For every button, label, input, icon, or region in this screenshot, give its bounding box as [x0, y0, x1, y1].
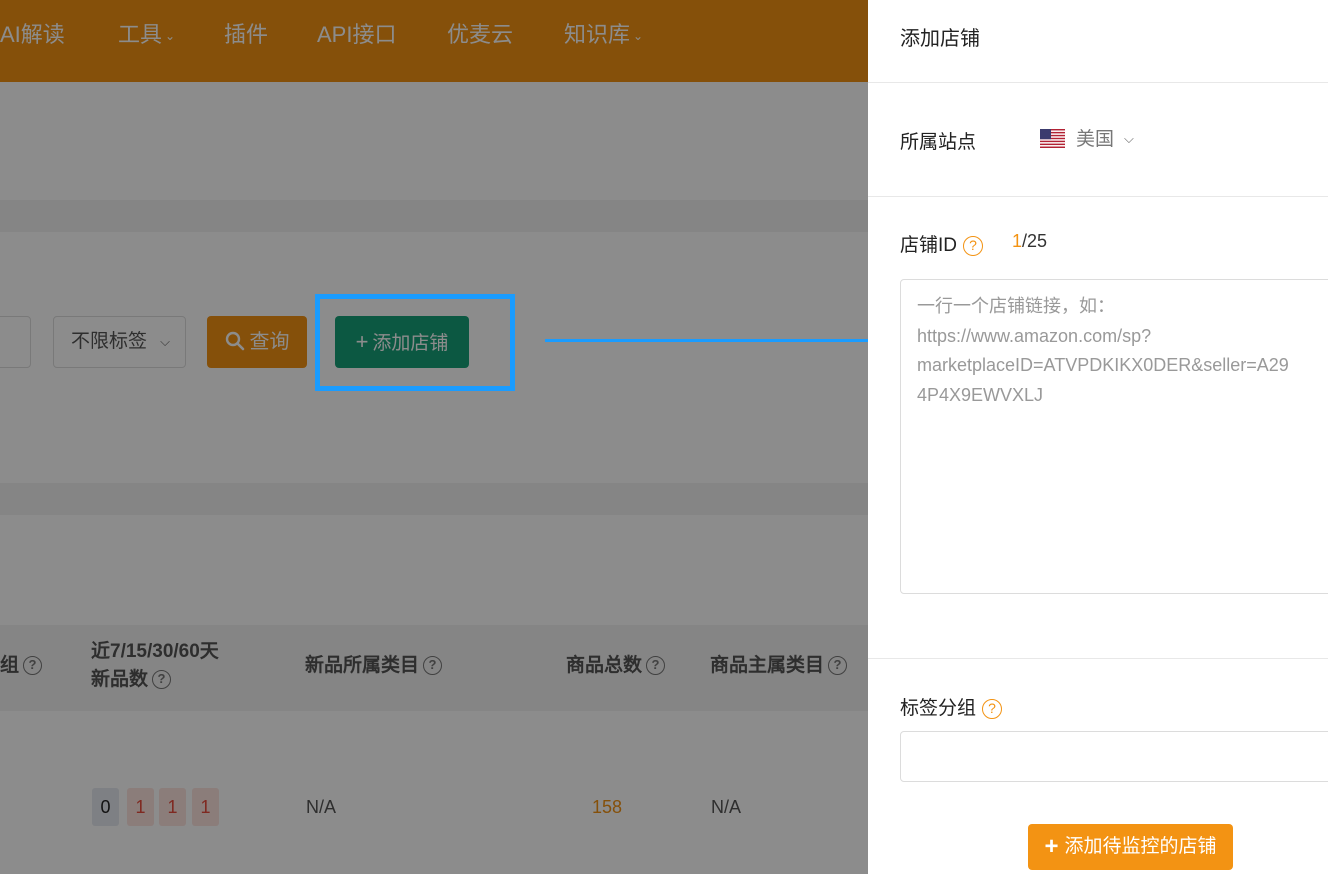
tag-group-label: 标签分组?	[900, 693, 1003, 720]
help-icon[interactable]: ?	[982, 699, 1003, 719]
counter-total: /25	[1022, 231, 1048, 251]
site-value: 美国	[1076, 129, 1115, 150]
store-id-label-text: 店铺ID	[900, 235, 958, 256]
tag-group-label-text: 标签分组	[900, 698, 977, 719]
add-store-drawer: 添加店铺 所属站点 美国 ⌵ 店铺ID? 1/25 一行一个店铺链接，如： htt…	[868, 0, 1328, 874]
store-id-counter: 1/25	[1012, 231, 1047, 252]
divider	[868, 82, 1328, 83]
drawer-title: 添加店铺	[900, 28, 980, 50]
help-icon[interactable]: ?	[963, 236, 984, 256]
site-select[interactable]: 美国 ⌵	[1040, 126, 1134, 153]
us-flag-icon	[1040, 129, 1065, 148]
modal-overlay[interactable]	[0, 0, 868, 874]
chevron-down-icon: ⌵	[1124, 131, 1134, 146]
plus-icon: +	[1044, 833, 1059, 860]
submit-button-label: 添加待监控的店铺	[1064, 836, 1217, 857]
store-links-textarea[interactable]: 一行一个店铺链接，如： https://www.amazon.com/sp? m…	[900, 279, 1328, 594]
annotation-arrow	[545, 339, 871, 342]
add-monitored-store-button[interactable]: + 添加待监控的店铺	[1028, 824, 1233, 870]
annotation-highlight-box	[315, 294, 515, 391]
site-label: 所属站点	[900, 132, 977, 153]
divider	[868, 658, 1328, 659]
store-id-label: 店铺ID?	[900, 230, 984, 257]
divider	[868, 196, 1328, 197]
counter-current: 1	[1012, 231, 1023, 251]
tag-group-input[interactable]	[900, 731, 1328, 782]
